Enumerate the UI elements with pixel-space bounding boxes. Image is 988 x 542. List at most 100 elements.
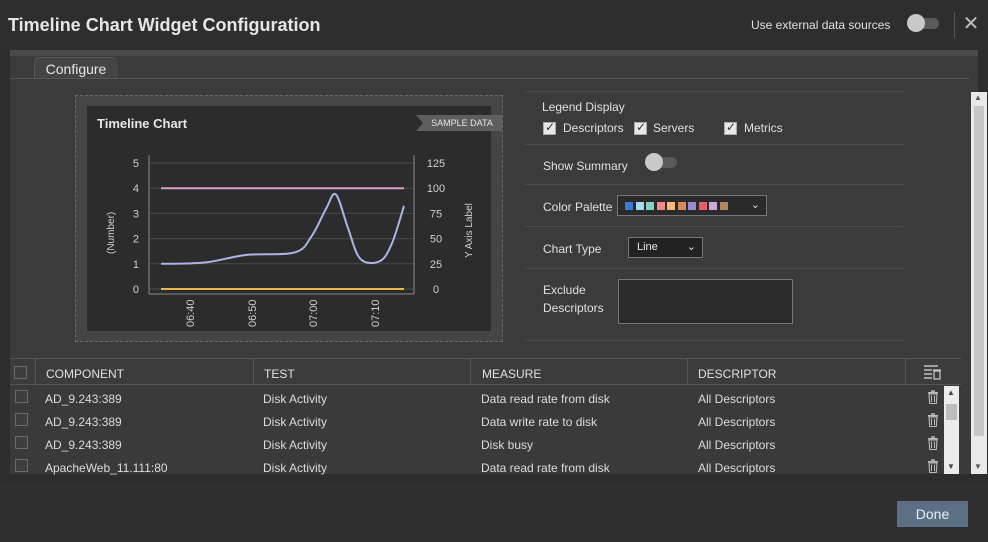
metrics-checkbox[interactable] <box>724 120 737 135</box>
row-descriptor: All Descriptors <box>698 461 776 475</box>
row-component: AD_9.243:389 <box>45 392 122 406</box>
row-checkbox[interactable] <box>15 413 28 426</box>
series-line-2 <box>160 192 405 265</box>
chevron-down-icon: ⌄ <box>686 241 696 253</box>
y-tick-left: 4 <box>133 183 139 195</box>
x-tick: 07:00 <box>308 299 320 327</box>
chevron-down-icon: ⌄ <box>750 199 760 211</box>
row-measure: Data read rate from disk <box>481 392 610 406</box>
trash-icon[interactable] <box>927 436 939 450</box>
y-tick-left: 3 <box>133 208 139 220</box>
row-checkbox[interactable] <box>15 390 28 403</box>
palette-swatch <box>698 202 707 210</box>
column-header-component[interactable]: COMPONENT <box>46 367 124 381</box>
header-divider <box>954 12 955 38</box>
column-divider <box>253 359 254 385</box>
descriptors-checkbox[interactable] <box>543 120 556 135</box>
exclude-descriptors-input[interactable] <box>618 279 793 324</box>
show-summary-label: Show Summary <box>543 159 628 173</box>
scroll-down-icon[interactable]: ▼ <box>974 462 982 471</box>
scrollbar-thumb[interactable] <box>974 106 984 436</box>
metrics-label: Metrics <box>744 121 783 135</box>
column-divider <box>905 359 906 385</box>
trash-icon[interactable] <box>927 459 939 473</box>
column-divider <box>470 359 471 385</box>
row-checkbox[interactable] <box>15 436 28 449</box>
settings-divider <box>525 340 903 341</box>
tab-underline <box>10 78 970 79</box>
row-test: Disk Activity <box>263 461 328 475</box>
external-sources-toggle[interactable] <box>907 14 941 32</box>
x-tick: 06:50 <box>247 299 259 327</box>
y-axis-label-left: (Number) <box>106 212 117 254</box>
palette-swatch <box>656 202 665 210</box>
palette-swatch <box>677 202 686 210</box>
y-tick-right: 75 <box>430 208 442 220</box>
external-sources-label: Use external data sources <box>751 18 891 32</box>
legend-display-label: Legend Display <box>542 100 625 114</box>
row-descriptor: All Descriptors <box>698 392 776 406</box>
palette-swatch <box>635 202 644 210</box>
row-component: AD_9.243:389 <box>45 438 122 452</box>
exclude-descriptors-label-line2: Descriptors <box>543 301 604 315</box>
palette-swatch <box>625 202 633 210</box>
trash-icon[interactable] <box>927 390 939 404</box>
palette-swatch <box>719 202 728 210</box>
chart-type-value: Line <box>637 241 658 253</box>
y-tick-right: 25 <box>430 259 442 271</box>
show-summary-toggle[interactable] <box>645 153 679 171</box>
palette-swatch <box>688 202 696 210</box>
scrollbar-thumb[interactable] <box>946 404 957 420</box>
row-test: Disk Activity <box>263 392 328 406</box>
y-tick-left: 1 <box>133 259 139 271</box>
row-measure: Data write rate to disk <box>481 415 598 429</box>
row-test: Disk Activity <box>263 438 328 452</box>
y-tick-right: 100 <box>427 183 445 195</box>
settings-divider <box>525 226 903 227</box>
select-all-checkbox[interactable] <box>14 366 27 379</box>
servers-label: Servers <box>653 121 695 135</box>
column-divider <box>35 359 36 385</box>
timeline-chart: 012345025507510012506:40 06:50 07:00 07:10(… <box>106 155 475 327</box>
column-header-descriptor[interactable]: DESCRIPTOR <box>698 367 776 381</box>
settings-divider <box>525 144 903 145</box>
row-descriptor: All Descriptors <box>698 438 776 452</box>
dialog-title: Timeline Chart Widget Configuration <box>8 15 321 35</box>
panel-scrollbar[interactable]: ▲ ▼ <box>971 92 987 474</box>
y-tick-left: 5 <box>133 158 139 170</box>
servers-checkbox[interactable] <box>634 120 647 135</box>
y-axis-label-right: Y Axis Label <box>464 203 475 258</box>
scroll-up-icon[interactable]: ▲ <box>947 388 955 397</box>
scroll-up-icon[interactable]: ▲ <box>974 93 982 102</box>
column-header-test[interactable]: TEST <box>264 367 295 381</box>
settings-divider <box>525 91 903 92</box>
close-icon[interactable]: ✕ <box>962 13 980 35</box>
scroll-down-icon[interactable]: ▼ <box>947 462 955 471</box>
table-scrollbar[interactable]: ▲ ▼ <box>944 386 959 474</box>
chart-type-select[interactable]: Line ⌄ <box>628 237 703 258</box>
settings-divider <box>525 184 903 185</box>
toggle-knob <box>907 14 925 32</box>
row-component: AD_9.243:389 <box>45 415 122 429</box>
row-checkbox[interactable] <box>15 459 28 472</box>
x-tick: 07:10 <box>370 299 382 327</box>
descriptors-label: Descriptors <box>563 121 624 135</box>
widget-config-dialog: Timeline Chart Widget Configuration Use … <box>0 0 988 542</box>
palette-swatch <box>667 202 675 210</box>
color-palette-label: Color Palette <box>543 200 613 214</box>
color-palette-select[interactable]: ⌄ <box>617 195 767 216</box>
row-measure: Data read rate from disk <box>481 461 610 475</box>
x-tick: 06:40 <box>185 299 197 327</box>
settings-divider <box>525 268 903 269</box>
y-tick-right: 125 <box>427 158 445 170</box>
done-button[interactable]: Done <box>897 501 968 527</box>
column-header-measure[interactable]: MEASURE <box>482 367 541 381</box>
tab-configure[interactable]: Configure <box>34 57 118 79</box>
dialog-footer <box>0 484 988 542</box>
sample-data-badge: SAMPLE DATA <box>416 115 502 131</box>
chart-type-label: Chart Type <box>543 242 602 256</box>
trash-icon[interactable] <box>927 413 939 427</box>
column-settings-icon[interactable] <box>922 363 942 381</box>
row-component: ApacheWeb_11.111:80 <box>45 461 168 475</box>
toggle-knob <box>645 153 663 171</box>
